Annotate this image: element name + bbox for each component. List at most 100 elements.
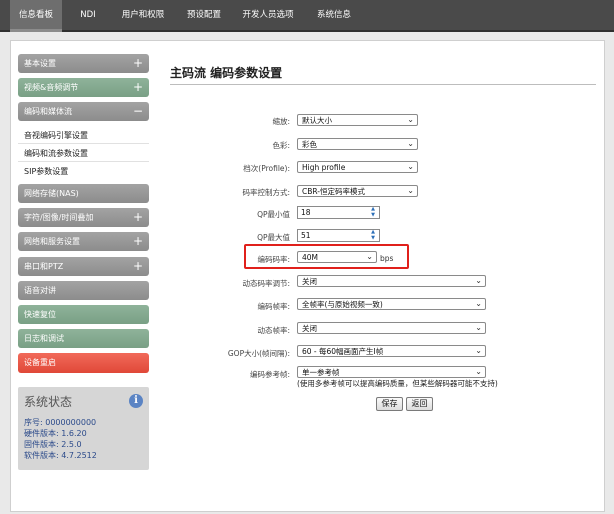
framerate-select[interactable]: 全帧率(与原始视频一致) ⌄ [297, 298, 486, 310]
sidebar-subitem-sip[interactable]: SIP参数设置 [24, 166, 68, 177]
tab-label: 用户和权限 [121, 10, 165, 20]
sidebar-item-label: 网络和服务设置 [24, 237, 80, 246]
serial-number: 序号: 0000000000 [24, 418, 97, 427]
color-label: 色彩: [272, 141, 290, 150]
sidebar-item-label: 基本设置 [24, 59, 56, 68]
ref-frame-value: 单一参考帧 [302, 368, 340, 377]
expand-icon: + [132, 80, 143, 94]
expand-icon: + [132, 234, 143, 248]
info-icon[interactable]: i [129, 394, 143, 408]
sidebar-item-voice[interactable]: 语音对讲 [18, 281, 149, 300]
sidebar-item-logs[interactable]: 日志和调试 [18, 329, 149, 348]
zoom-select[interactable]: 默认大小 ⌄ [297, 114, 418, 126]
qp-min-label: QP最小值 [257, 210, 290, 219]
sidebar-item-storage[interactable]: 网络存储(NAS) [18, 184, 149, 203]
sidebar-item-label: 日志和调试 [24, 334, 64, 343]
rate-control-value: CBR-恒定码率模式 [302, 187, 365, 196]
dynamic-framerate-label: 动态帧率: [257, 326, 290, 335]
profile-select[interactable]: High profile ⌄ [297, 161, 418, 173]
sidebar-item-osd[interactable]: 字符/图像/时间叠加 + [18, 208, 149, 227]
qp-min-stepper[interactable]: 18 ▲ ▼ [297, 206, 380, 219]
divider [18, 161, 149, 162]
zoom-value: 默认大小 [302, 116, 332, 125]
chevron-down-icon: ⌄ [407, 162, 414, 171]
sidebar-item-codec[interactable]: 编码和媒体流 − [18, 102, 149, 121]
back-button[interactable]: 返回 [406, 397, 433, 411]
chevron-down-icon: ⌄ [475, 276, 482, 285]
color-select[interactable]: 彩色 ⌄ [297, 138, 418, 150]
sidebar-item-label: 设备重启 [24, 358, 56, 367]
sidebar-item-label: 编码和媒体流 [24, 107, 72, 116]
rate-control-label: 码率控制方式: [242, 188, 290, 197]
sidebar-item-label: 语音对讲 [24, 286, 56, 295]
ref-frame-label: 编码参考帧: [249, 370, 290, 379]
sidebar-item-reboot[interactable]: 设备重启 [18, 353, 149, 373]
profile-value: High profile [302, 163, 346, 172]
sidebar-item-video-audio[interactable]: 视频&音频调节 + [18, 78, 149, 97]
chevron-down-icon: ⌄ [407, 115, 414, 124]
expand-icon: + [132, 210, 143, 224]
tab-dashboard[interactable]: 信息看板 [10, 0, 62, 32]
collapse-icon: − [132, 104, 143, 118]
sidebar-subitem-stream-params[interactable]: 编码和流参数设置 [24, 148, 88, 159]
framerate-value: 全帧率(与原始视频一致) [302, 300, 383, 309]
bitrate-select[interactable]: 40M ⌄ [297, 251, 377, 263]
chevron-down-icon: ⌄ [475, 299, 482, 308]
gop-select[interactable]: 60 - 每60幅画面产生I帧 ⌄ [297, 345, 486, 357]
status-title: 系统状态 [24, 395, 73, 409]
software-version: 软件版本: 4.7.2512 [24, 451, 97, 460]
tab-presets[interactable]: 预设配置 [178, 0, 230, 30]
tab-developer[interactable]: 开发人员选项 [236, 0, 300, 30]
top-nav: 信息看板 NDI 用户和权限 预设配置 开发人员选项 系统信息 [0, 0, 614, 32]
rate-control-select[interactable]: CBR-恒定码率模式 ⌄ [297, 185, 418, 197]
sidebar-item-serial-ptz[interactable]: 串口和PTZ + [18, 257, 149, 276]
tab-label: NDI [80, 10, 96, 20]
sidebar-subitem-engine[interactable]: 音视编码引擎设置 [24, 130, 88, 141]
dynamic-bitrate-select[interactable]: 关闭 ⌄ [297, 275, 486, 287]
gop-label: GOP大小(帧间隔): [227, 349, 290, 358]
title-divider [170, 84, 596, 85]
expand-icon: + [132, 56, 143, 70]
dynamic-framerate-select[interactable]: 关闭 ⌄ [297, 322, 486, 334]
dynamic-framerate-value: 关闭 [302, 324, 317, 333]
expand-icon: + [132, 259, 143, 273]
dynamic-bitrate-label: 动态码率调节: [242, 279, 290, 288]
ref-frame-select[interactable]: 单一参考帧 ⌄ [297, 366, 486, 378]
divider [18, 143, 149, 144]
stepper-arrows-icon[interactable]: ▲ ▼ [368, 229, 378, 241]
chevron-down-icon: ⌄ [475, 367, 482, 376]
color-value: 彩色 [302, 140, 317, 149]
sidebar-item-network[interactable]: 网络和服务设置 + [18, 232, 149, 251]
tab-label: 信息看板 [18, 10, 53, 20]
tab-system-info[interactable]: 系统信息 [308, 0, 360, 30]
bitrate-unit: bps [380, 254, 394, 263]
tab-ndi[interactable]: NDI [66, 0, 110, 30]
qp-max-value: 51 [301, 231, 311, 240]
save-button[interactable]: 保存 [376, 397, 403, 411]
sidebar-item-label: 快速复位 [24, 310, 56, 319]
chevron-down-icon: ⌄ [475, 323, 482, 332]
qp-max-stepper[interactable]: 51 ▲ ▼ [297, 229, 380, 242]
tab-users[interactable]: 用户和权限 [110, 0, 176, 30]
chevron-down-icon: ⌄ [407, 139, 414, 148]
bitrate-value: 40M [302, 253, 319, 262]
gop-value: 60 - 每60幅画面产生I帧 [302, 347, 384, 356]
tab-label: 开发人员选项 [242, 10, 294, 20]
sidebar-item-label: 网络存储(NAS) [24, 189, 79, 198]
qp-max-label: QP最大值 [257, 233, 290, 242]
chevron-down-icon: ⌄ [366, 252, 373, 261]
sidebar-item-label: 视频&音频调节 [24, 83, 79, 92]
stepper-arrows-icon[interactable]: ▲ ▼ [368, 206, 378, 218]
hardware-version: 硬件版本: 1.6.20 [24, 429, 87, 438]
sidebar-item-label: 串口和PTZ [24, 262, 64, 271]
ref-frame-note: (使用多参考帧可以提高编码质量，但某些解码器可能不支持) [297, 379, 498, 388]
chevron-down-icon: ⌄ [407, 186, 414, 195]
page-title: 主码流 编码参数设置 [170, 66, 283, 80]
system-status-panel: 系统状态 i 序号: 0000000000 硬件版本: 1.6.20 固件版本:… [18, 387, 149, 470]
firmware-version: 固件版本: 2.5.0 [24, 440, 82, 449]
sidebar-item-basic[interactable]: 基本设置 + [18, 54, 149, 73]
active-tab-indicator [10, 29, 62, 32]
sidebar-item-quick-reset[interactable]: 快速复位 [18, 305, 149, 324]
dynamic-bitrate-value: 关闭 [302, 277, 317, 286]
sidebar-item-label: 字符/图像/时间叠加 [24, 213, 94, 222]
